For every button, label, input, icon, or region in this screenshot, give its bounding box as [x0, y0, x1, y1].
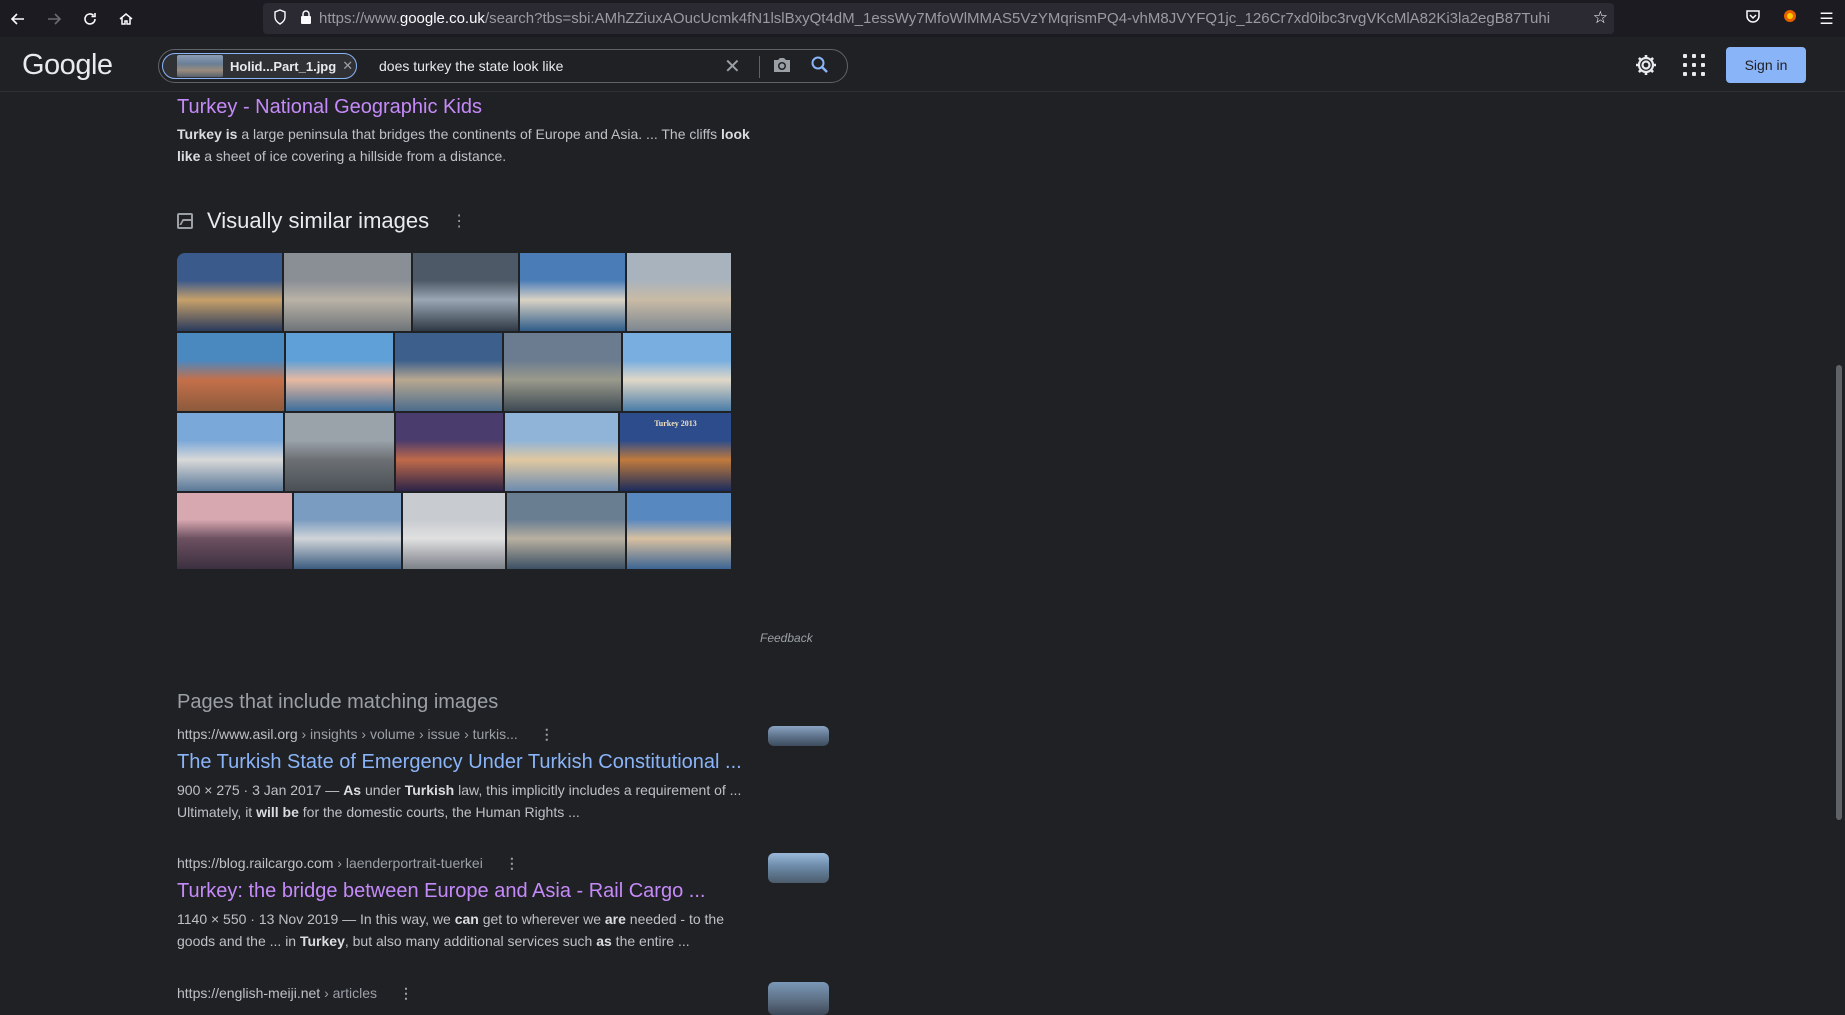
similar-image-tile[interactable]	[504, 333, 621, 411]
sign-in-button[interactable]: Sign in	[1726, 47, 1806, 83]
search-icon[interactable]	[810, 55, 834, 77]
similar-image-tile[interactable]	[285, 413, 394, 491]
reload-button[interactable]	[72, 0, 108, 37]
shield-icon	[273, 9, 293, 28]
extension-icon[interactable]	[1771, 8, 1808, 29]
result-snippet-natgeo: Turkey is a large peninsula that bridges…	[177, 126, 750, 164]
google-header: Google Holid...Part_1.jpg ✕ does turkey …	[0, 37, 1845, 92]
menu-icon[interactable]: ☰	[1808, 9, 1845, 29]
arrow-left-icon	[10, 12, 24, 25]
forward-button[interactable]	[36, 0, 72, 37]
result-snippet-asil: 900 × 275 · 3 Jan 2017 — As under Turkis…	[177, 779, 777, 823]
more-options-icon[interactable]: ⋮	[505, 855, 519, 871]
similar-image-tile[interactable]	[403, 493, 505, 569]
cite-host: https://english-meiji.net	[177, 985, 321, 1001]
similar-image-tile[interactable]	[177, 253, 282, 331]
matching-pages-title: Pages that include matching images	[177, 691, 499, 713]
similar-image-tile[interactable]: Turkey 2013	[620, 413, 731, 491]
cite-path: › laenderportrait-tuerkei	[333, 855, 483, 871]
toolbar-right: ☰	[1734, 0, 1845, 37]
result-cite-asil[interactable]: https://www.asil.org › insights › volume…	[177, 726, 554, 743]
result-cite-railcargo[interactable]: https://blog.railcargo.com › laenderport…	[177, 855, 519, 872]
scrollbar[interactable]	[1833, 93, 1845, 1015]
more-options-icon[interactable]: ⋮	[540, 726, 554, 742]
url-prefix: https://www.	[319, 10, 400, 27]
similar-image-tile[interactable]	[520, 253, 625, 331]
query-image-thumbnail	[177, 55, 223, 77]
tile-overlay-text: Turkey 2013	[654, 419, 697, 428]
url-host: google.co.uk	[399, 10, 485, 27]
address-bar[interactable]: https://www. google.co.uk/search?tbs=sbi:…	[263, 3, 1614, 34]
pocket-icon[interactable]	[1734, 8, 1771, 29]
clear-search-icon[interactable]: ✕	[724, 54, 741, 79]
similar-image-tile[interactable]	[286, 333, 393, 411]
similar-image-tile[interactable]	[177, 493, 292, 569]
similar-image-tile[interactable]	[294, 493, 401, 569]
image-query-chip[interactable]: Holid...Part_1.jpg ✕	[162, 53, 357, 79]
similar-image-tile[interactable]	[177, 413, 283, 491]
feedback-link[interactable]: Feedback	[760, 631, 813, 645]
snippet-line: 1140 × 550 · 13 Nov 2019 — In this way, …	[177, 911, 724, 927]
similar-image-tile[interactable]	[395, 333, 502, 411]
scrollbar-thumb[interactable]	[1836, 365, 1842, 820]
result-title-asil[interactable]: The Turkish State of Emergency Under Tur…	[177, 751, 742, 774]
lock-icon	[293, 9, 319, 28]
snippet-line: goods and the ... in Turkey, but also ma…	[177, 933, 690, 949]
google-apps-icon[interactable]	[1682, 53, 1706, 77]
bookmark-star-icon[interactable]: ☆	[1586, 8, 1608, 28]
home-icon	[119, 12, 133, 25]
similar-image-tile[interactable]	[627, 493, 731, 569]
google-logo[interactable]: Google	[22, 49, 113, 82]
result-title-railcargo[interactable]: Turkey: the bridge between Europe and As…	[177, 880, 705, 903]
similar-image-tile[interactable]	[627, 253, 731, 331]
home-button[interactable]	[108, 0, 144, 37]
url-rest: /search?tbs=sbi:AMhZZiuxAOucUcmk4fN1lslB…	[484, 10, 1551, 27]
result-thumbnail[interactable]	[768, 853, 829, 883]
arrow-right-icon	[48, 12, 62, 25]
snippet-line: Ultimately, it will be for the domestic …	[177, 804, 580, 820]
similar-image-tile[interactable]	[284, 253, 411, 331]
similar-image-tile[interactable]	[396, 413, 503, 491]
visually-similar-title: Visually similar images	[207, 208, 430, 233]
cite-host: https://blog.railcargo.com	[177, 855, 334, 871]
result-thumbnail[interactable]	[768, 726, 829, 746]
similar-image-tile[interactable]	[623, 333, 731, 411]
back-button[interactable]	[0, 0, 36, 37]
camera-icon[interactable]	[771, 55, 795, 77]
reload-icon	[84, 12, 96, 25]
result-cite-meiji[interactable]: https://english-meiji.net › articles ⋮	[177, 985, 413, 1002]
cite-path: › insights › volume › issue › turkis...	[297, 726, 518, 742]
more-options-icon[interactable]: ⋮	[451, 211, 467, 231]
similar-image-tile[interactable]	[507, 493, 625, 569]
image-icon	[177, 213, 193, 229]
similar-image-tile[interactable]	[505, 413, 618, 491]
search-input[interactable]: does turkey the state look like	[379, 58, 563, 74]
cite-host: https://www.asil.org	[177, 726, 298, 742]
result-thumbnail[interactable]	[768, 982, 829, 1015]
result-snippet-railcargo: 1140 × 550 · 13 Nov 2019 — In this way, …	[177, 908, 777, 952]
image-chip-label: Holid...Part_1.jpg	[230, 58, 337, 74]
remove-image-icon[interactable]: ✕	[342, 58, 353, 74]
result-title-natgeo[interactable]: Turkey - National Geographic Kids	[177, 96, 482, 119]
similar-image-tile[interactable]	[413, 253, 518, 331]
snippet-line: 900 × 275 · 3 Jan 2017 — As under Turkis…	[177, 782, 742, 798]
similar-images-grid: Turkey 2013	[177, 253, 829, 629]
settings-gear-icon[interactable]	[1634, 53, 1660, 79]
cite-path: › articles	[320, 985, 377, 1001]
similar-image-tile[interactable]	[177, 333, 284, 411]
visually-similar-header: Visually similar images ⋮	[177, 208, 467, 234]
browser-toolbar: https://www. google.co.uk/search?tbs=sbi:…	[0, 0, 1845, 37]
search-divider	[759, 56, 760, 78]
search-results: Turkey - National Geographic Kids Turkey…	[0, 93, 1845, 1015]
more-options-icon[interactable]: ⋮	[399, 985, 413, 1001]
search-box[interactable]: Holid...Part_1.jpg ✕ does turkey the sta…	[158, 49, 848, 83]
